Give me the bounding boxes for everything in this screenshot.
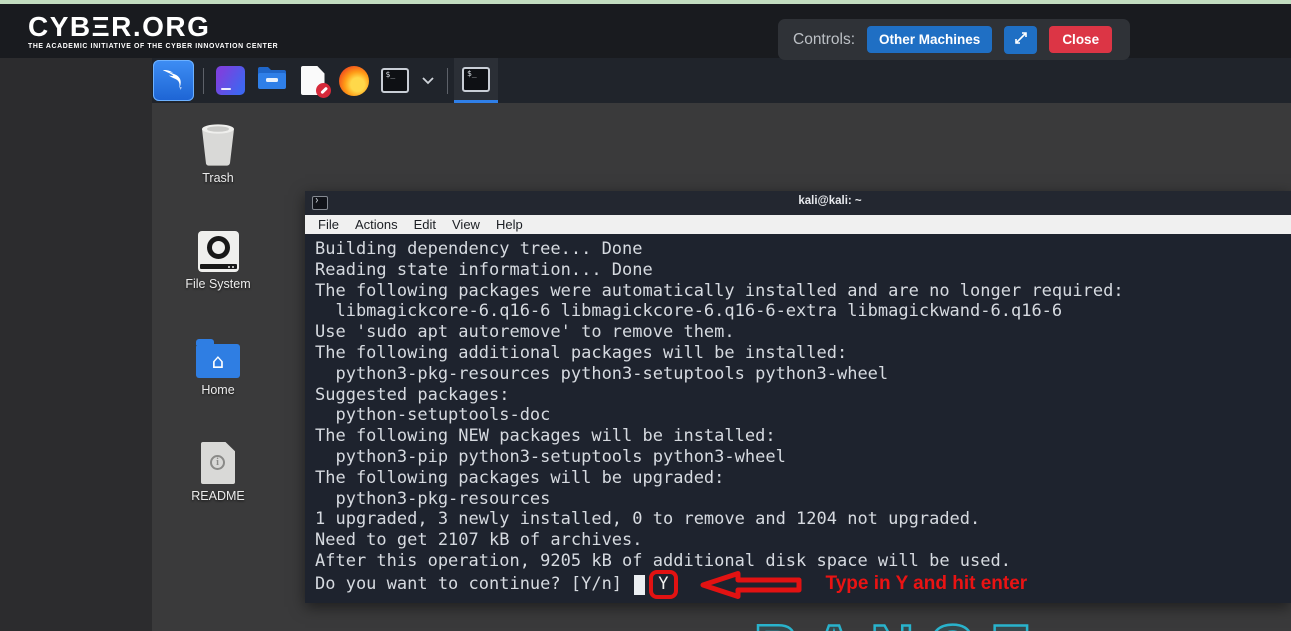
text-editor-button[interactable] bbox=[297, 65, 328, 96]
desktop-icon-file-system[interactable]: File System bbox=[166, 226, 270, 291]
terminal-dropdown-button[interactable] bbox=[420, 65, 436, 96]
readme-doc-icon: i bbox=[201, 438, 235, 484]
app-grid-icon bbox=[216, 66, 245, 95]
cyber-org-logo: CYBΞR.ORG THE ACADEMIC INITIATIVE OF THE… bbox=[28, 12, 278, 50]
app-grid-button[interactable] bbox=[215, 65, 246, 96]
desktop-icon-readme[interactable]: i README bbox=[166, 438, 270, 503]
chevron-down-icon bbox=[422, 72, 434, 90]
expand-icon bbox=[1013, 30, 1029, 49]
other-machines-button[interactable]: Other Machines bbox=[867, 26, 992, 53]
top-banner: CYBΞR.ORG THE ACADEMIC INITIATIVE OF THE… bbox=[0, 0, 1291, 58]
controls-label: Controls: bbox=[793, 31, 855, 49]
terminal-title-bar[interactable]: ❯ kali@kali: ~ bbox=[305, 191, 1291, 215]
remote-desktop[interactable]: CYBΞR.ORG RANGE $_ bbox=[152, 58, 1291, 631]
home-folder-icon: ⌂ bbox=[196, 332, 240, 378]
terminal-launcher-button[interactable]: $_ bbox=[379, 65, 410, 96]
menu-file[interactable]: File bbox=[310, 217, 347, 232]
trash-icon bbox=[197, 120, 239, 166]
desktop-icon-trash[interactable]: Trash bbox=[166, 120, 270, 185]
terminal-output-area[interactable]: Building dependency tree... Done Reading… bbox=[305, 234, 1291, 603]
desktop-icon-label: File System bbox=[185, 277, 250, 291]
terminal-output-text: Building dependency tree... Done Reading… bbox=[315, 239, 1291, 572]
taskbar: $_ $_ bbox=[152, 58, 1291, 103]
typed-response-highlight: Y bbox=[649, 570, 677, 599]
desktop-icon-label: Trash bbox=[202, 171, 234, 185]
menu-actions[interactable]: Actions bbox=[347, 217, 406, 232]
terminal-icon: $_ bbox=[381, 68, 409, 93]
firefox-button[interactable] bbox=[338, 65, 369, 96]
terminal-icon: $_ bbox=[462, 67, 490, 92]
menu-edit[interactable]: Edit bbox=[406, 217, 444, 232]
taskbar-separator bbox=[447, 68, 448, 94]
terminal-menu-bar: File Actions Edit View Help bbox=[305, 215, 1291, 234]
kali-dragon-icon bbox=[160, 65, 187, 97]
logo-text: CYBΞR.ORG bbox=[28, 12, 278, 42]
close-button[interactable]: Close bbox=[1049, 26, 1112, 53]
menu-view[interactable]: View bbox=[444, 217, 488, 232]
kali-menu-button[interactable] bbox=[153, 60, 194, 101]
folder-icon bbox=[257, 65, 287, 96]
desktop-icon-home[interactable]: ⌂ Home bbox=[166, 332, 270, 397]
editor-badge-icon bbox=[316, 83, 331, 98]
terminal-cursor bbox=[634, 575, 645, 595]
fullscreen-button[interactable] bbox=[1004, 26, 1037, 54]
desktop-watermark-range: RANGE bbox=[754, 617, 1046, 631]
menu-help[interactable]: Help bbox=[488, 217, 531, 232]
taskbar-terminal-window-button[interactable]: $_ bbox=[454, 58, 498, 103]
terminal-window-title: kali@kali: ~ bbox=[305, 195, 1291, 207]
annotation-arrow-icon bbox=[700, 570, 802, 600]
file-system-icon bbox=[198, 226, 239, 272]
taskbar-separator bbox=[203, 68, 204, 94]
terminal-prompt-line: Do you want to continue? [Y/n] Y Type in… bbox=[315, 572, 1291, 598]
desktop-icon-label: Home bbox=[201, 383, 234, 397]
prompt-text: Do you want to continue? [Y/n] bbox=[315, 574, 632, 595]
firefox-icon bbox=[339, 66, 369, 96]
file-manager-button[interactable] bbox=[256, 65, 287, 96]
controls-panel: Controls: Other Machines Close bbox=[778, 19, 1130, 60]
annotation-text: Type in Y and hit enter bbox=[826, 574, 1028, 595]
desktop-icon-label: README bbox=[191, 489, 244, 503]
terminal-window: ❯ kali@kali: ~ File Actions Edit View He… bbox=[305, 191, 1291, 603]
logo-tagline: THE ACADEMIC INITIATIVE OF THE CYBER INN… bbox=[28, 43, 278, 50]
